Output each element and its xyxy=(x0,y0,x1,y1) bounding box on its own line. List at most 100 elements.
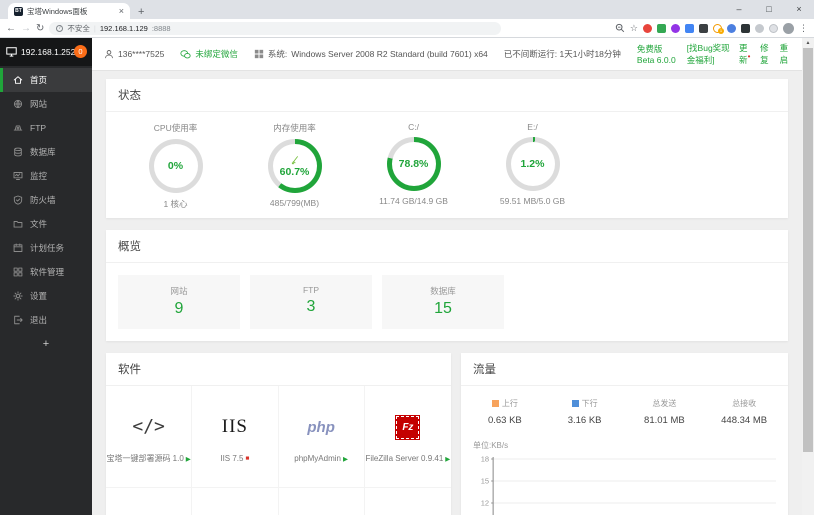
svg-text:12: 12 xyxy=(481,499,489,508)
sidebar-add-button[interactable]: + xyxy=(0,338,92,350)
restart-link[interactable]: 重启 xyxy=(780,42,790,66)
reload-icon[interactable]: ↻ xyxy=(36,23,44,34)
iis-icon: IIS xyxy=(221,416,248,437)
tab-close-icon[interactable]: × xyxy=(119,6,124,16)
back-icon[interactable]: ← xyxy=(6,23,16,34)
traffic-stat-label: 下行 xyxy=(581,399,598,408)
running-icon[interactable]: ▶ xyxy=(343,455,348,463)
user-icon xyxy=(105,50,113,59)
sidebar-item-label: FTP xyxy=(30,123,47,133)
security-label: 不安全 xyxy=(67,23,90,33)
software-item[interactable]: Fz FileZilla Server 0.9.41 ▶ xyxy=(364,386,451,488)
bookmark-star-icon[interactable]: ☆ xyxy=(630,23,638,34)
profile-avatar[interactable] xyxy=(783,22,794,34)
browser-window: BT 宝塔Windows面板 × + – □ × ← → ↻ i 不安全 | 1… xyxy=(0,0,814,515)
user-account[interactable]: 136****7525 xyxy=(104,49,164,59)
svg-text:15: 15 xyxy=(481,477,489,486)
software-item-name[interactable]: phpMyAdmin xyxy=(294,454,341,463)
forward-icon[interactable]: → xyxy=(21,23,31,34)
user-phone: 136****7525 xyxy=(118,49,165,59)
sidebar-item-home[interactable]: 首页 xyxy=(0,68,92,92)
software-item[interactable]: </> 宝塔一键部署源码 1.0 ▶ xyxy=(106,386,193,488)
window-close-button[interactable]: × xyxy=(784,0,814,17)
window-controls: – □ × xyxy=(724,0,814,17)
sidebar-item-cron[interactable]: 计划任务 xyxy=(0,236,92,260)
overview-card[interactable]: 数据库 15 xyxy=(382,275,504,329)
gauge-ring[interactable]: 78.8% xyxy=(386,137,441,191)
overview-card[interactable]: 网站 9 xyxy=(118,275,240,329)
gauge-ring[interactable]: 60.7% xyxy=(267,139,322,193)
software-item[interactable]: phpPHP-5.2▶ xyxy=(106,488,193,515)
traffic-chart-area: 单位:KB/s 1815129630 xyxy=(461,430,788,515)
gauge-ring[interactable]: 1.2% xyxy=(505,137,560,191)
extension-icon[interactable] xyxy=(741,23,750,33)
memory-clean-icon[interactable] xyxy=(289,155,300,166)
site-info-icon[interactable]: i xyxy=(56,24,64,32)
gauge-percent: 0% xyxy=(167,160,184,172)
new-tab-button[interactable]: + xyxy=(138,6,144,18)
extension-icon[interactable] xyxy=(657,23,666,33)
extension-icon[interactable] xyxy=(671,23,680,33)
software-item-name[interactable]: FileZilla Server 0.9.41 xyxy=(365,454,443,463)
zoom-icon[interactable] xyxy=(615,23,625,33)
extension-icon[interactable] xyxy=(699,23,708,33)
extension-icon[interactable] xyxy=(769,23,778,33)
address-bar[interactable]: i 不安全 | 192.168.1.129 :8888 xyxy=(49,21,502,35)
omnibox-divider: | xyxy=(93,23,96,33)
sidebar-item-logout[interactable]: 退出 xyxy=(0,308,92,332)
running-icon[interactable]: ▶ xyxy=(445,455,450,463)
bottom-row: 软件 </> 宝塔一键部署源码 1.0 ▶ IIS IIS 7.5 ■ php phpMyAd… xyxy=(106,353,788,515)
sidebar-item-label: 监控 xyxy=(30,171,48,181)
software-item[interactable]: IIS IIS 7.5 ■ xyxy=(192,386,279,488)
wechat-icon xyxy=(180,49,191,58)
browser-menu-icon[interactable]: ⋮ xyxy=(799,23,808,34)
sidebar-item-firewall[interactable]: 防火墙 xyxy=(0,188,92,212)
scrollbar-up-icon[interactable]: ▲ xyxy=(802,38,814,48)
window-minimize-button[interactable]: – xyxy=(724,0,754,17)
sidebar-item-settings[interactable]: 设置 xyxy=(0,284,92,308)
server-ip-header[interactable]: 192.168.1.252 0 xyxy=(0,38,92,66)
wechat-bind-link[interactable]: 未绑定微信 xyxy=(180,48,238,60)
repair-link[interactable]: 修复 xyxy=(760,42,770,66)
gauge-ring[interactable]: 0% xyxy=(148,139,203,193)
window-maximize-button[interactable]: □ xyxy=(754,0,784,17)
sidebar-item-sites[interactable]: 网站 xyxy=(0,92,92,116)
overview-card[interactable]: FTP 3 xyxy=(250,275,372,329)
sidebar-item-files[interactable]: 文件 xyxy=(0,212,92,236)
software-item[interactable]: redis 1.0▶ xyxy=(192,488,279,515)
traffic-stat: 下行 3.16 KB xyxy=(545,398,625,426)
url-host: 192.168.1.129 xyxy=(99,23,148,33)
sidebar-item-label: 首页 xyxy=(30,75,48,85)
software-item-name[interactable]: IIS 7.5 xyxy=(220,454,243,463)
extension-icon[interactable] xyxy=(643,23,652,33)
uptime: 已不间断运行: 1天1小时18分钟 xyxy=(503,49,621,59)
overview-card-count: 15 xyxy=(434,300,452,317)
firewall-icon xyxy=(13,195,23,205)
sidebar-item-monitor[interactable]: 监控 xyxy=(0,164,92,188)
scrollbar-thumb[interactable] xyxy=(803,48,813,452)
page-scrollbar[interactable]: ▲ xyxy=(802,38,814,515)
extension-icon[interactable] xyxy=(755,23,764,33)
software-item-name[interactable]: 宝塔一键部署源码 1.0 xyxy=(106,453,183,464)
php-icon: php xyxy=(307,418,335,436)
promo-link[interactable]: [找Bug奖现金福利] xyxy=(687,42,730,66)
running-icon[interactable]: ▶ xyxy=(186,455,191,463)
traffic-stat-value: 3.16 KB xyxy=(567,415,602,426)
extension-icon[interactable] xyxy=(685,23,694,33)
message-badge[interactable]: 0 xyxy=(74,45,87,58)
sidebar-item-software[interactable]: 软件管理 xyxy=(0,260,92,284)
sidebar-item-ftp[interactable]: FTP xyxy=(0,116,92,140)
traffic-stat: 总发送 81.01 MB xyxy=(625,398,705,426)
software-item[interactable]: php phpMyAdmin ▶ xyxy=(278,386,365,488)
software-item[interactable]: WAF宝塔IIS防火墙 1.0▶ xyxy=(279,488,365,515)
browser-tab[interactable]: BT 宝塔Windows面板 × xyxy=(8,3,130,19)
extension-icon[interactable] xyxy=(727,23,736,33)
sidebar-item-database[interactable]: 数据库 xyxy=(0,140,92,164)
sidebar-item-label: 软件管理 xyxy=(30,267,65,277)
stopped-icon[interactable]: ■ xyxy=(245,455,249,462)
traffic-chart: 1815129630 xyxy=(481,455,776,515)
filezilla-icon: Fz xyxy=(395,414,421,440)
extension-icon[interactable]: 1 xyxy=(713,23,724,34)
gauge-label: E:/ xyxy=(527,122,538,132)
update-link[interactable]: 更新• xyxy=(739,42,751,66)
